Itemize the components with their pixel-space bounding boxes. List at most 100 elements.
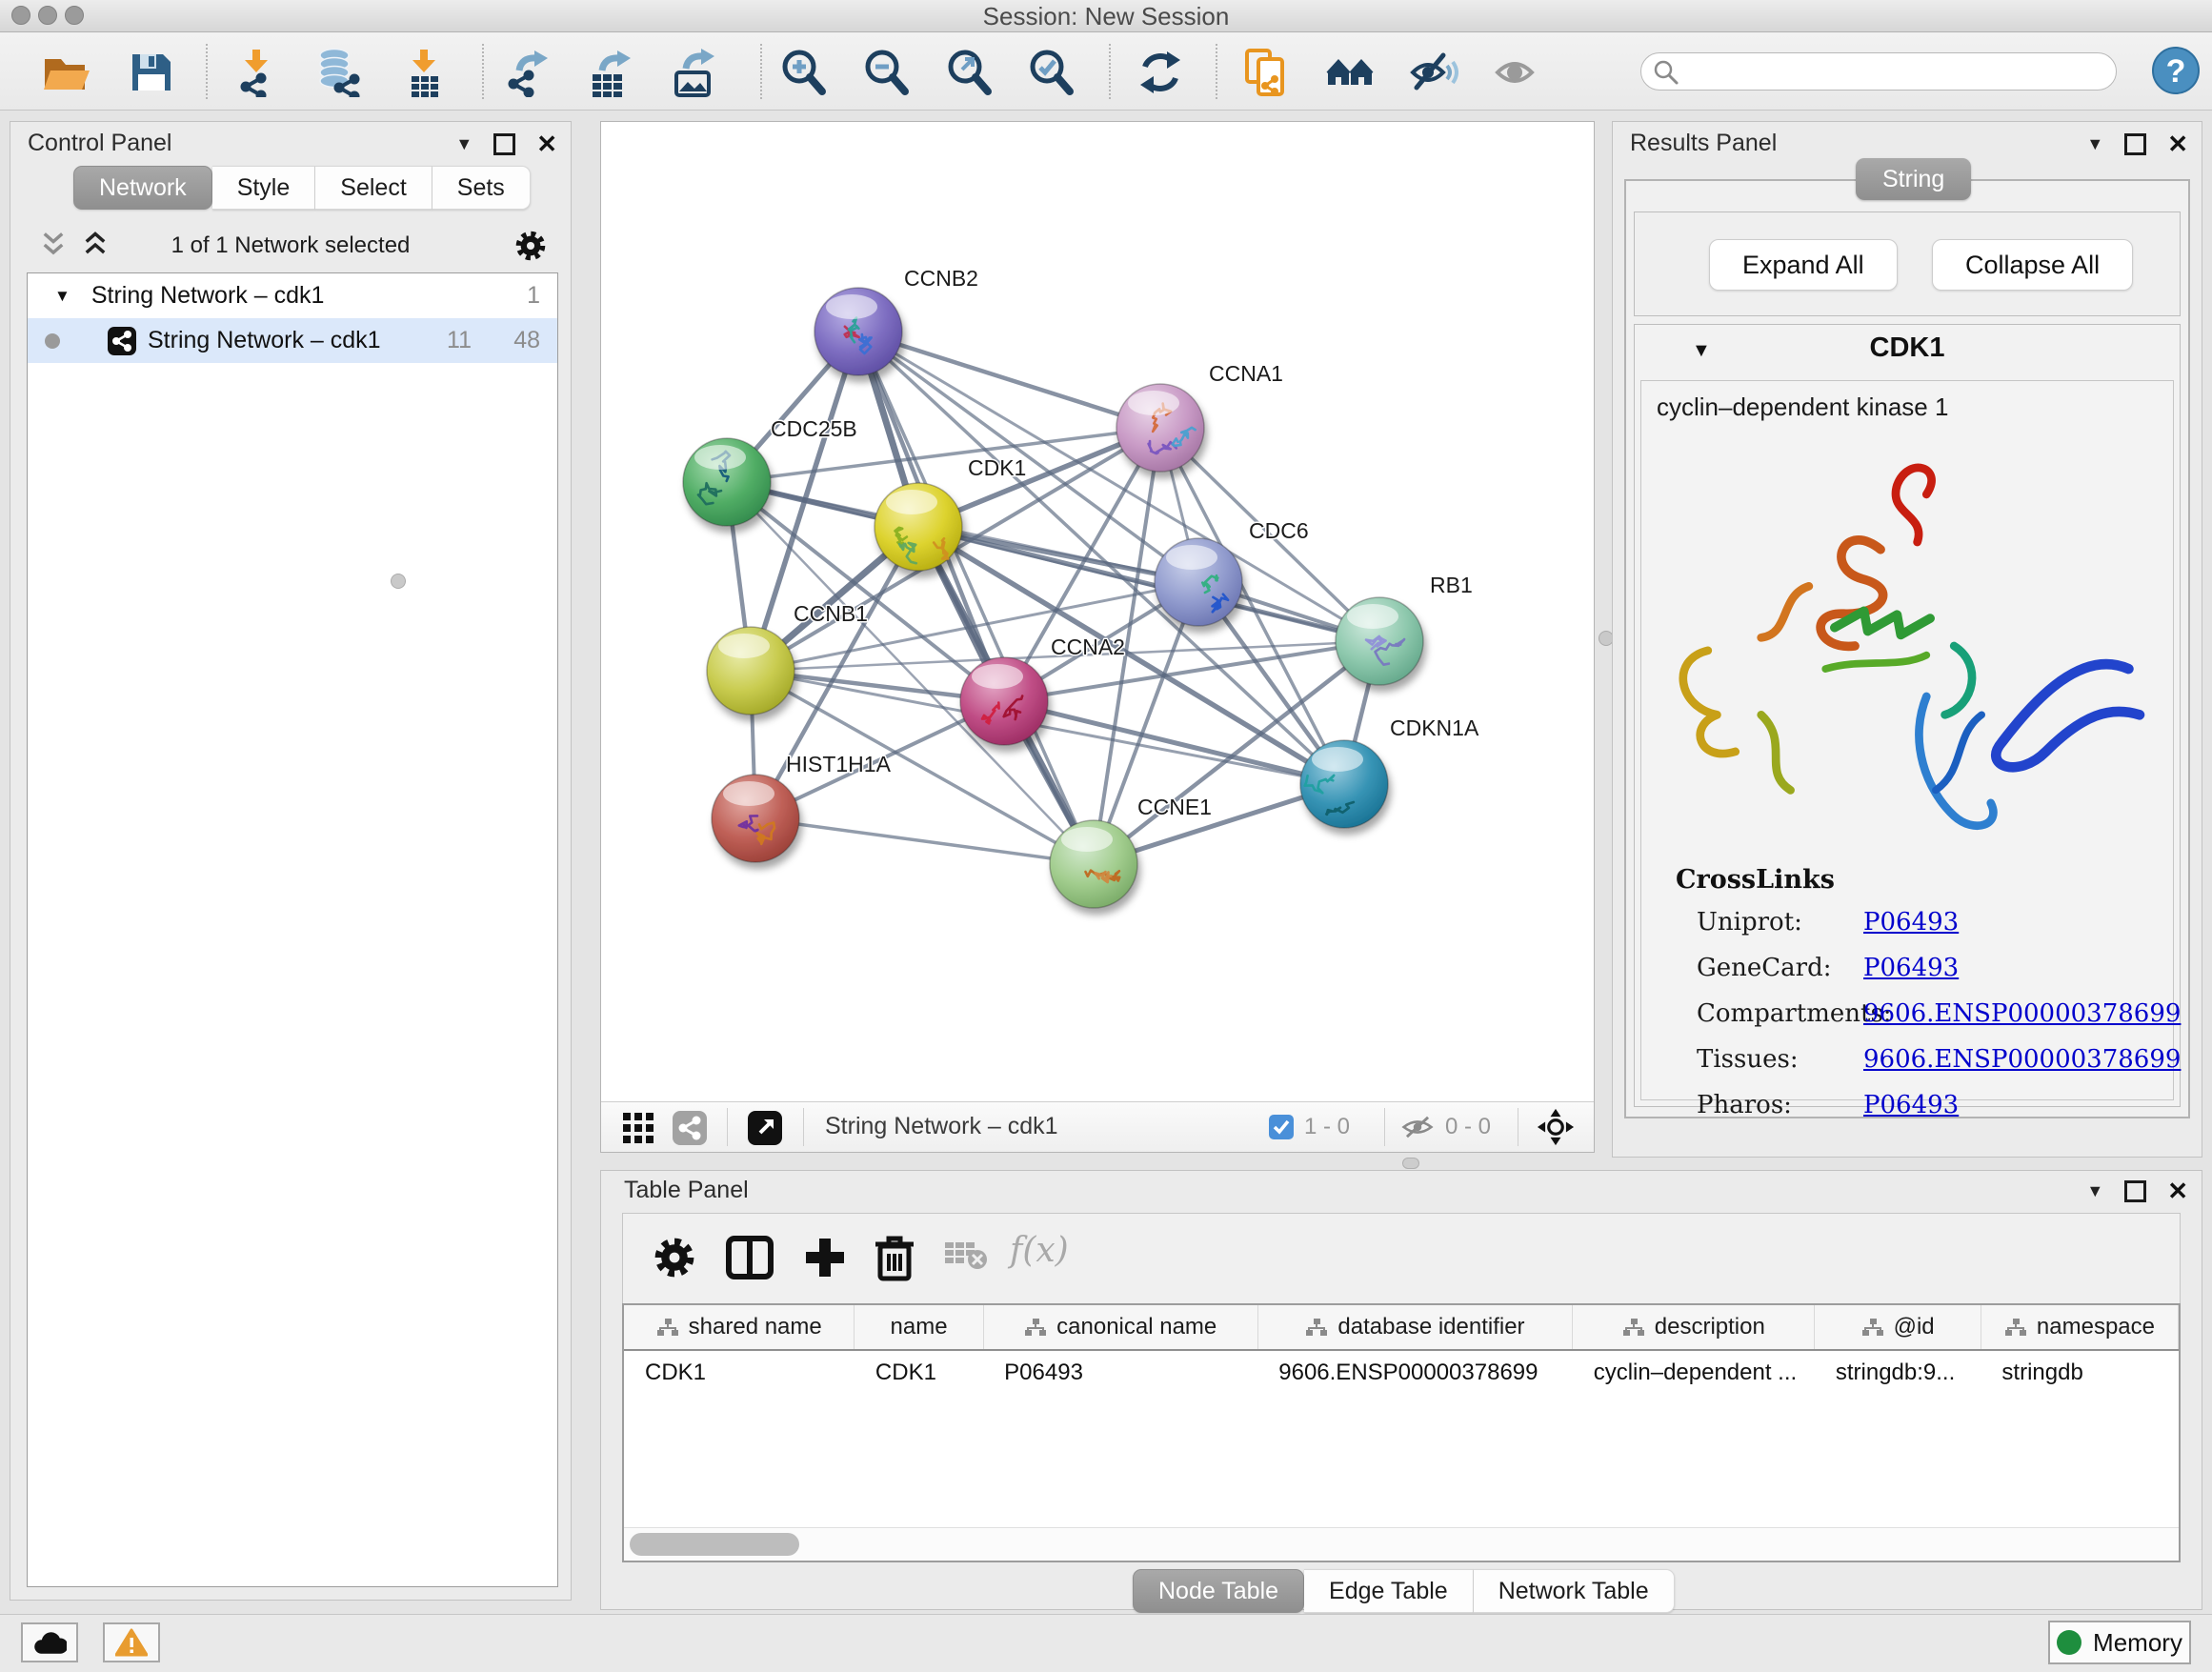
tab-node-table[interactable]: Node Table: [1133, 1569, 1304, 1613]
panel-menu-icon[interactable]: ▼: [2086, 1181, 2103, 1201]
delete-icon[interactable]: [873, 1235, 916, 1282]
birdseye-icon[interactable]: [1537, 1108, 1575, 1146]
warnings-button[interactable]: [103, 1622, 160, 1662]
network-node-cdc25b[interactable]: CDC25B: [683, 416, 857, 526]
clone-network-icon[interactable]: [1242, 48, 1292, 97]
table-panel-title: Table Panel: [624, 1177, 749, 1204]
network-node-cdkn1a[interactable]: CDKN1A: [1300, 715, 1479, 828]
column-header-description[interactable]: description: [1573, 1305, 1815, 1350]
import-network-database-icon[interactable]: [316, 48, 366, 97]
protein-section-header[interactable]: ▼ CDK1: [1635, 325, 2180, 378]
table-cell[interactable]: stringdb: [1981, 1350, 2178, 1395]
network-row[interactable]: String Network – cdk1 11 48: [28, 318, 557, 363]
open-external-icon[interactable]: [747, 1110, 783, 1146]
network-edge[interactable]: [858, 332, 1094, 864]
open-session-icon[interactable]: [40, 48, 90, 97]
splitter-handle[interactable]: [1402, 1158, 1419, 1169]
search-input[interactable]: [1685, 55, 2108, 88]
zoom-out-icon[interactable]: [861, 48, 911, 97]
export-table-icon[interactable]: [587, 48, 636, 97]
table-body[interactable]: CDK1CDK1P064939606.ENSP00000378699cyclin…: [624, 1350, 2179, 1395]
column-header-id[interactable]: @id: [1815, 1305, 1981, 1350]
table-cell[interactable]: CDK1: [855, 1350, 983, 1395]
network-node-cdk1[interactable]: CDK1: [875, 455, 1026, 571]
table-header[interactable]: shared namename canonical name database …: [624, 1305, 2179, 1350]
crosslink-link[interactable]: 9606.ENSP00000378699: [1863, 999, 2181, 1028]
network-edge[interactable]: [858, 332, 1160, 428]
panel-float-icon[interactable]: [2124, 1180, 2146, 1202]
add-icon[interactable]: [802, 1235, 848, 1280]
tab-network[interactable]: Network: [73, 166, 212, 210]
horizontal-scrollbar[interactable]: [624, 1527, 2179, 1561]
network-badge-icon[interactable]: [672, 1110, 708, 1146]
selected-checkbox-icon[interactable]: [1268, 1114, 1295, 1140]
export-image-icon[interactable]: [671, 48, 720, 97]
table-settings-gear-icon[interactable]: [652, 1235, 697, 1280]
column-header-database-identifier[interactable]: database identifier: [1257, 1305, 1572, 1350]
gear-icon[interactable]: [513, 229, 548, 263]
tab-style[interactable]: Style: [212, 166, 316, 210]
node-label: CCNE1: [1137, 795, 1212, 819]
table-cell[interactable]: 9606.ENSP00000378699: [1257, 1350, 1572, 1395]
crosslink-link[interactable]: P06493: [1863, 908, 1959, 937]
panel-close-icon[interactable]: ✕: [536, 130, 557, 159]
crosslink-link[interactable]: 9606.ENSP00000378699: [1863, 1045, 2181, 1074]
column-header-namespace[interactable]: namespace: [1981, 1305, 2178, 1350]
table-cell[interactable]: stringdb:9...: [1815, 1350, 1981, 1395]
splitter-handle[interactable]: [391, 574, 406, 589]
panel-float-icon[interactable]: [493, 133, 515, 155]
network-collection-row[interactable]: ▼ String Network – cdk1 1: [28, 273, 557, 318]
collapse-all-button[interactable]: Collapse All: [1932, 239, 2133, 291]
table-cell[interactable]: CDK1: [624, 1350, 855, 1395]
crosslink-link[interactable]: P06493: [1863, 954, 1959, 982]
refresh-icon[interactable]: [1136, 48, 1185, 97]
panel-menu-icon[interactable]: ▼: [2086, 134, 2103, 154]
table-row[interactable]: CDK1CDK1P064939606.ENSP00000378699cyclin…: [624, 1350, 2179, 1395]
column-header-canonical-name[interactable]: canonical name: [983, 1305, 1257, 1350]
panel-float-icon[interactable]: [2124, 133, 2146, 155]
show-structure-images-icon[interactable]: [1492, 48, 1541, 97]
network-node-hist1h1a[interactable]: HIST1H1A: [712, 752, 892, 862]
help-icon[interactable]: ?: [2151, 46, 2201, 95]
export-network-icon[interactable]: [504, 48, 553, 97]
zoom-selected-icon[interactable]: [1026, 48, 1076, 97]
tab-edge-table[interactable]: Edge Table: [1304, 1569, 1474, 1613]
network-node-rb1[interactable]: RB1: [1336, 573, 1473, 685]
node-label: HIST1H1A: [786, 752, 892, 776]
tab-string[interactable]: String: [1856, 158, 1971, 200]
string-home-icon[interactable]: [1326, 48, 1376, 97]
zoom-in-icon[interactable]: [778, 48, 828, 97]
tab-sets[interactable]: Sets: [432, 166, 531, 210]
show-columns-icon[interactable]: [726, 1235, 774, 1280]
panel-close-icon[interactable]: ✕: [2167, 1177, 2188, 1206]
cloud-button[interactable]: [21, 1622, 78, 1662]
toolbar-separator: [803, 1108, 804, 1146]
tab-network-table[interactable]: Network Table: [1474, 1569, 1675, 1613]
network-canvas[interactable]: CCNB2CCNA1CDC25BCDK1CDC6RB1CCNB1CCNA2CDK…: [601, 122, 1594, 1102]
memory-button[interactable]: Memory: [2048, 1621, 2191, 1664]
save-session-icon[interactable]: [126, 48, 175, 97]
network-node-ccna1[interactable]: CCNA1: [1116, 361, 1283, 472]
network-node-ccne1[interactable]: CCNE1: [1050, 795, 1212, 908]
table-cell[interactable]: P06493: [983, 1350, 1257, 1395]
column-header-shared-name[interactable]: shared name: [624, 1305, 855, 1350]
zoom-fit-icon[interactable]: [944, 48, 994, 97]
import-table-file-icon[interactable]: [400, 48, 450, 97]
table-cell[interactable]: cyclin–dependent ...: [1573, 1350, 1815, 1395]
expand-all-button[interactable]: Expand All: [1709, 239, 1898, 291]
import-network-file-icon[interactable]: [232, 48, 282, 97]
network-edge[interactable]: [755, 818, 1094, 864]
panel-menu-icon[interactable]: ▼: [455, 134, 473, 154]
column-header-name[interactable]: name: [855, 1305, 983, 1350]
scrollbar-thumb[interactable]: [630, 1533, 799, 1556]
crosslink-label: Tissues:: [1697, 1045, 1863, 1074]
crosslink-link[interactable]: P06493: [1863, 1091, 1959, 1119]
panel-close-icon[interactable]: ✕: [2167, 130, 2188, 159]
results-panel-title: Results Panel: [1630, 130, 1777, 157]
hide-structure-images-icon[interactable]: [1409, 48, 1458, 97]
tab-select[interactable]: Select: [315, 166, 432, 210]
main-toolbar: ?: [0, 32, 2212, 111]
status-bar: Memory: [0, 1614, 2212, 1672]
tree-expander-icon[interactable]: ▼: [54, 287, 70, 306]
grid-view-icon[interactable]: [622, 1112, 654, 1144]
